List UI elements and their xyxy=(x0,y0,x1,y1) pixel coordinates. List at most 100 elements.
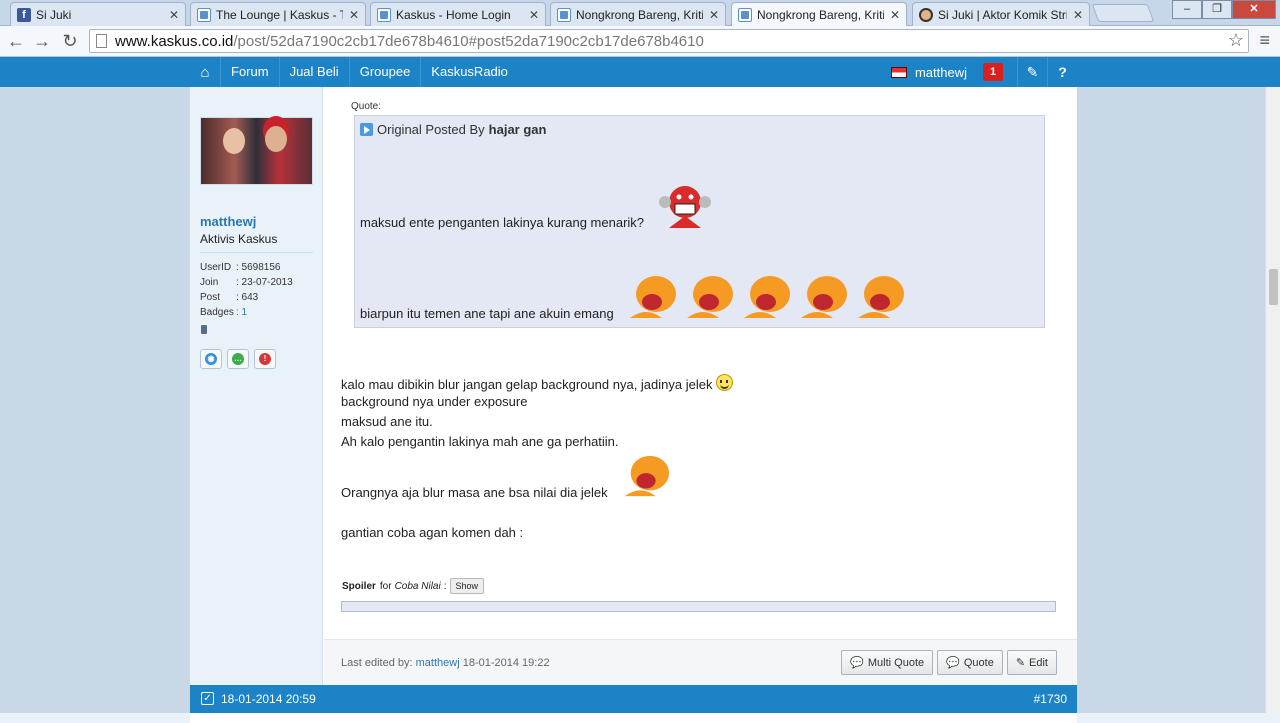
divider xyxy=(200,252,313,253)
nav-jual-beli[interactable]: Jual Beli xyxy=(278,57,349,87)
pencil-icon[interactable]: ✎ xyxy=(1017,57,1047,87)
nav-forum[interactable]: Forum xyxy=(220,57,279,87)
browser-tab[interactable]: f Si Juki ✕ xyxy=(10,2,186,26)
stat-post: Post: 643 xyxy=(200,292,259,303)
quote-box: Original Posted By hajar gan maksud ente… xyxy=(354,115,1045,328)
forward-button[interactable]: → xyxy=(30,30,54,52)
quote-button[interactable]: 💬 Quote xyxy=(937,650,1003,675)
browser-tab[interactable]: The Lounge | Kaskus - The ✕ xyxy=(190,2,366,26)
last-edited: Last edited by: matthewj 18-01-2014 19:2… xyxy=(341,657,550,669)
next-post-header: ✓ 18-01-2014 20:59 #1730 xyxy=(190,685,1077,713)
post-number[interactable]: #1730 xyxy=(1034,692,1067,706)
spoiler-show-button[interactable]: Show xyxy=(449,578,485,594)
close-icon[interactable]: ✕ xyxy=(529,8,539,22)
face-icon xyxy=(919,7,933,22)
close-icon[interactable]: ✕ xyxy=(890,8,900,22)
spoiler-header: Spoiler for Coba Nilai: Show xyxy=(342,578,485,594)
page-scrollbar[interactable] xyxy=(1265,87,1280,713)
close-icon[interactable]: ✕ xyxy=(169,8,179,22)
kaskus-icon xyxy=(377,7,391,22)
post-footer: Last edited by: matthewj 18-01-2014 19:2… xyxy=(324,639,1077,685)
post-text-line: kalo mau dibikin blur jangan gelap backg… xyxy=(341,374,734,392)
quote-line: maksud ente penganten lakinya kurang men… xyxy=(360,215,645,230)
address-bar[interactable]: www.kaskus.co.id/post/52da7190c2cb17de67… xyxy=(89,29,1249,53)
post-text-line: background nya under exposure xyxy=(341,394,528,409)
smiley-icon xyxy=(716,374,734,391)
reload-button[interactable]: ↻ xyxy=(58,30,82,52)
last-edited-user[interactable]: matthewj xyxy=(416,657,460,669)
checkbox-icon[interactable]: ✓ xyxy=(201,692,214,705)
close-icon[interactable]: ✕ xyxy=(349,8,359,22)
quote-header: Original Posted By hajar gan xyxy=(360,122,546,137)
bottom-strip xyxy=(0,713,1280,723)
post-date: 18-01-2014 20:59 xyxy=(221,692,316,706)
browser-tab[interactable]: Kaskus - Home Login ✕ xyxy=(370,2,546,26)
forum-post: matthewj Aktivis Kaskus UserID: 5698156 … xyxy=(190,87,1077,685)
view-post-icon[interactable] xyxy=(360,123,373,136)
laughing-emoticon-icon xyxy=(801,276,847,318)
laughing-emoticon-icon xyxy=(624,455,670,497)
post-text-line: Orangnya aja blur masa ane bsa nilai dia… xyxy=(341,485,608,500)
close-icon[interactable]: ✕ xyxy=(709,8,719,22)
laughing-emoticon-icon xyxy=(858,276,904,318)
notification-badge[interactable]: 1 xyxy=(983,63,1003,81)
stat-join: Join: 23-07-2013 xyxy=(200,277,293,288)
quote-author: hajar gan xyxy=(488,122,547,137)
browser-tab-active[interactable]: Nongkrong Bareng, Kritik ✕ xyxy=(731,2,907,27)
post-text-line: Ah kalo pengantin lakinya mah ane ga per… xyxy=(341,434,619,449)
laughing-emoticon-icon xyxy=(687,276,733,318)
post-content: Quote: Original Posted By hajar gan maks… xyxy=(324,87,1077,685)
browser-menu-icon[interactable]: ≡ xyxy=(1259,30,1270,51)
page-icon xyxy=(96,34,107,48)
user-stats: UserID: 5698156 Join: 23-07-2013 Post: 6… xyxy=(200,260,293,320)
browser-tab[interactable]: Si Juki | Aktor Komik Strip ✕ xyxy=(912,2,1090,26)
nav-groupee[interactable]: Groupee xyxy=(348,57,421,87)
post-text-line: gantian coba agan komen dah : xyxy=(341,525,524,540)
back-button[interactable]: ← xyxy=(4,30,28,52)
laughing-emoticon-icon xyxy=(630,276,676,318)
maximize-button[interactable]: ❐ xyxy=(1202,0,1232,19)
quote-label: Quote: xyxy=(351,101,382,112)
minimize-button[interactable]: – xyxy=(1172,0,1202,19)
stat-userid: UserID: 5698156 xyxy=(200,262,281,273)
user-name[interactable]: matthewj xyxy=(200,214,256,229)
view-profile-button[interactable]: ◉ xyxy=(200,349,222,369)
send-message-button[interactable]: … xyxy=(227,349,249,369)
kaskus-icon xyxy=(738,8,752,22)
user-rank: Aktivis Kaskus xyxy=(200,232,278,246)
angry-emoticon-icon xyxy=(659,186,711,228)
badge-icon[interactable] xyxy=(201,325,207,334)
report-button[interactable]: ! xyxy=(254,349,276,369)
flag-icon xyxy=(890,66,907,78)
edit-icon: ✎ xyxy=(1015,657,1026,669)
home-icon[interactable]: ⌂ xyxy=(190,57,220,87)
laughing-emoticon-icon xyxy=(744,276,790,318)
new-tab-button[interactable] xyxy=(1091,4,1155,22)
window-close-button[interactable]: ✕ xyxy=(1232,0,1276,19)
nav-username[interactable]: matthewj xyxy=(915,65,967,80)
browser-toolbar: ← → ↻ www.kaskus.co.id/post/52da7190c2cb… xyxy=(0,26,1280,57)
help-icon[interactable]: ? xyxy=(1047,57,1077,87)
comment-icon: 💬 xyxy=(946,657,960,669)
nav-kaskusradio[interactable]: KaskusRadio xyxy=(420,57,518,87)
close-icon[interactable]: ✕ xyxy=(1073,8,1083,22)
comments-icon: 💬 xyxy=(850,657,864,669)
browser-tab[interactable]: Nongkrong Bareng, Kritik ✕ xyxy=(550,2,726,26)
post-user-sidebar: matthewj Aktivis Kaskus UserID: 5698156 … xyxy=(190,87,323,685)
site-navbar: ⌂ Forum Jual Beli Groupee KaskusRadio ma… xyxy=(0,57,1280,87)
edit-button[interactable]: ✎ Edit xyxy=(1006,650,1057,675)
spoiler-box xyxy=(341,601,1056,612)
laughing-emoticons xyxy=(626,272,908,322)
scrollbar-thumb[interactable] xyxy=(1269,269,1278,305)
multi-quote-button[interactable]: 💬 Multi Quote xyxy=(841,650,934,675)
user-actions: ◉ … ! xyxy=(200,349,276,369)
stat-badges: Badges: 1 xyxy=(200,307,248,318)
kaskus-icon xyxy=(197,7,211,22)
post-text-line: maksud ane itu. xyxy=(341,414,433,429)
browser-tab-strip: f Si Juki ✕ The Lounge | Kaskus - The ✕ … xyxy=(0,0,1280,27)
window-controls: – ❐ ✕ xyxy=(1172,0,1276,19)
avatar[interactable] xyxy=(200,117,313,185)
kaskus-icon xyxy=(557,7,571,22)
facebook-icon: f xyxy=(17,7,31,22)
bookmark-star-icon[interactable]: ☆ xyxy=(1228,30,1244,51)
